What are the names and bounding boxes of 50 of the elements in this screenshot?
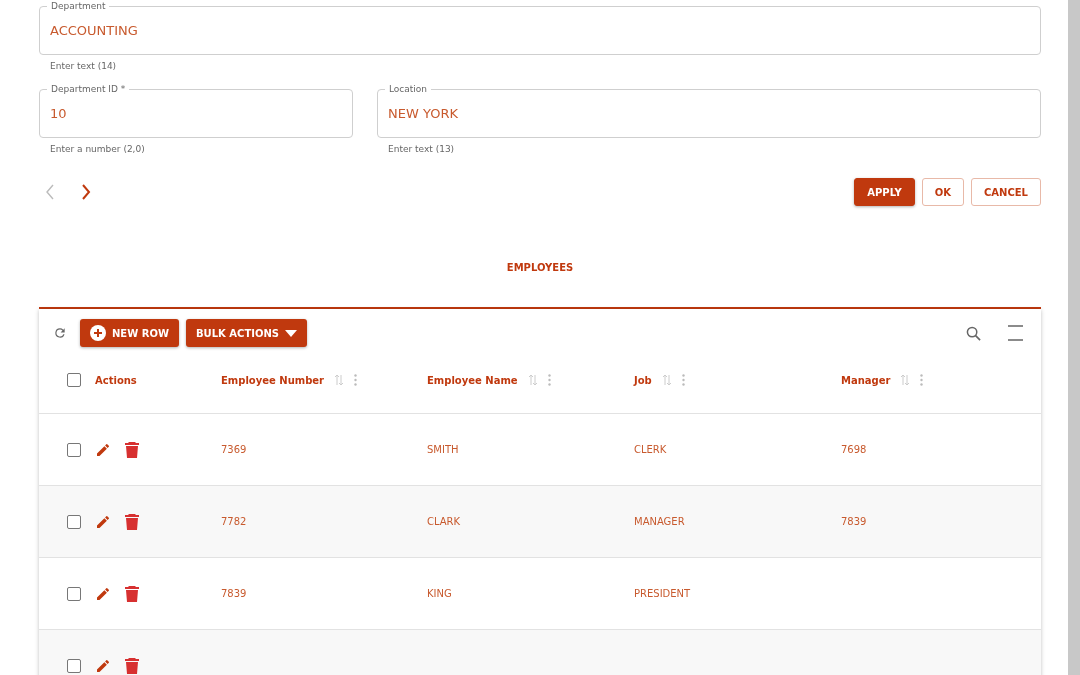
column-header[interactable]: Employee Name [427,374,518,386]
chevron-right-icon [81,184,91,200]
helper-text: Enter text (14) [50,61,118,71]
table-cell-text: SMITH [427,444,460,455]
menu-icon[interactable] [1006,323,1025,343]
table-cell-text: KING [427,588,453,599]
table-cell-text: CLERK [634,444,668,455]
action-button[interactable]: OK [921,178,964,206]
action-button[interactable]: APPLY [854,178,915,206]
table-cell-text: CLARK [427,516,462,527]
column-header[interactable]: Manager [841,374,891,386]
column-header[interactable]: Job [634,374,652,386]
field-value: 10 [50,106,67,121]
table-cell-text: 7782 [221,516,248,527]
checkbox[interactable] [67,586,81,601]
table-cell-text: 7698 [841,444,868,455]
column-header[interactable]: Employee Number [221,374,325,386]
field-label: Department ID * [47,84,130,95]
chevron-left-icon [45,184,55,200]
new-row-button[interactable]: NEW ROW [80,319,179,347]
checkbox[interactable] [67,373,81,387]
delete-icon[interactable] [125,657,139,674]
checkbox[interactable] [67,658,81,673]
plus-circle-icon [90,325,106,341]
bulk-actions-button[interactable]: BULK ACTIONS [185,319,307,347]
edit-icon[interactable] [95,657,111,674]
delete-icon[interactable] [125,441,139,458]
checkbox[interactable] [67,514,81,529]
helper-text: Enter text (13) [388,144,456,154]
edit-icon[interactable] [95,441,111,458]
scrollbar[interactable] [1068,0,1080,675]
delete-icon[interactable] [125,513,139,530]
tab[interactable]: EMPLOYEES [498,258,582,277]
table-cell-text: PRESIDENT [634,588,692,599]
checkbox[interactable] [67,442,81,457]
table-cell-text: MANAGER [634,516,686,527]
table-cell-text: 7839 [841,516,868,527]
field-label: Location [385,84,432,95]
column-header: Actions [95,374,137,386]
field-label: Department [47,1,110,12]
delete-icon[interactable] [125,585,139,602]
edit-icon[interactable] [95,585,111,602]
caret-icon [285,329,297,337]
field-value: NEW YORK [388,106,458,121]
edit-icon[interactable] [95,513,111,530]
field-value: ACCOUNTING [50,23,138,38]
table-cell-text: 7369 [221,444,248,455]
action-button[interactable]: CANCEL [971,178,1041,206]
helper-text: Enter a number (2,0) [50,144,146,154]
table-cell-text: 7839 [221,588,248,599]
